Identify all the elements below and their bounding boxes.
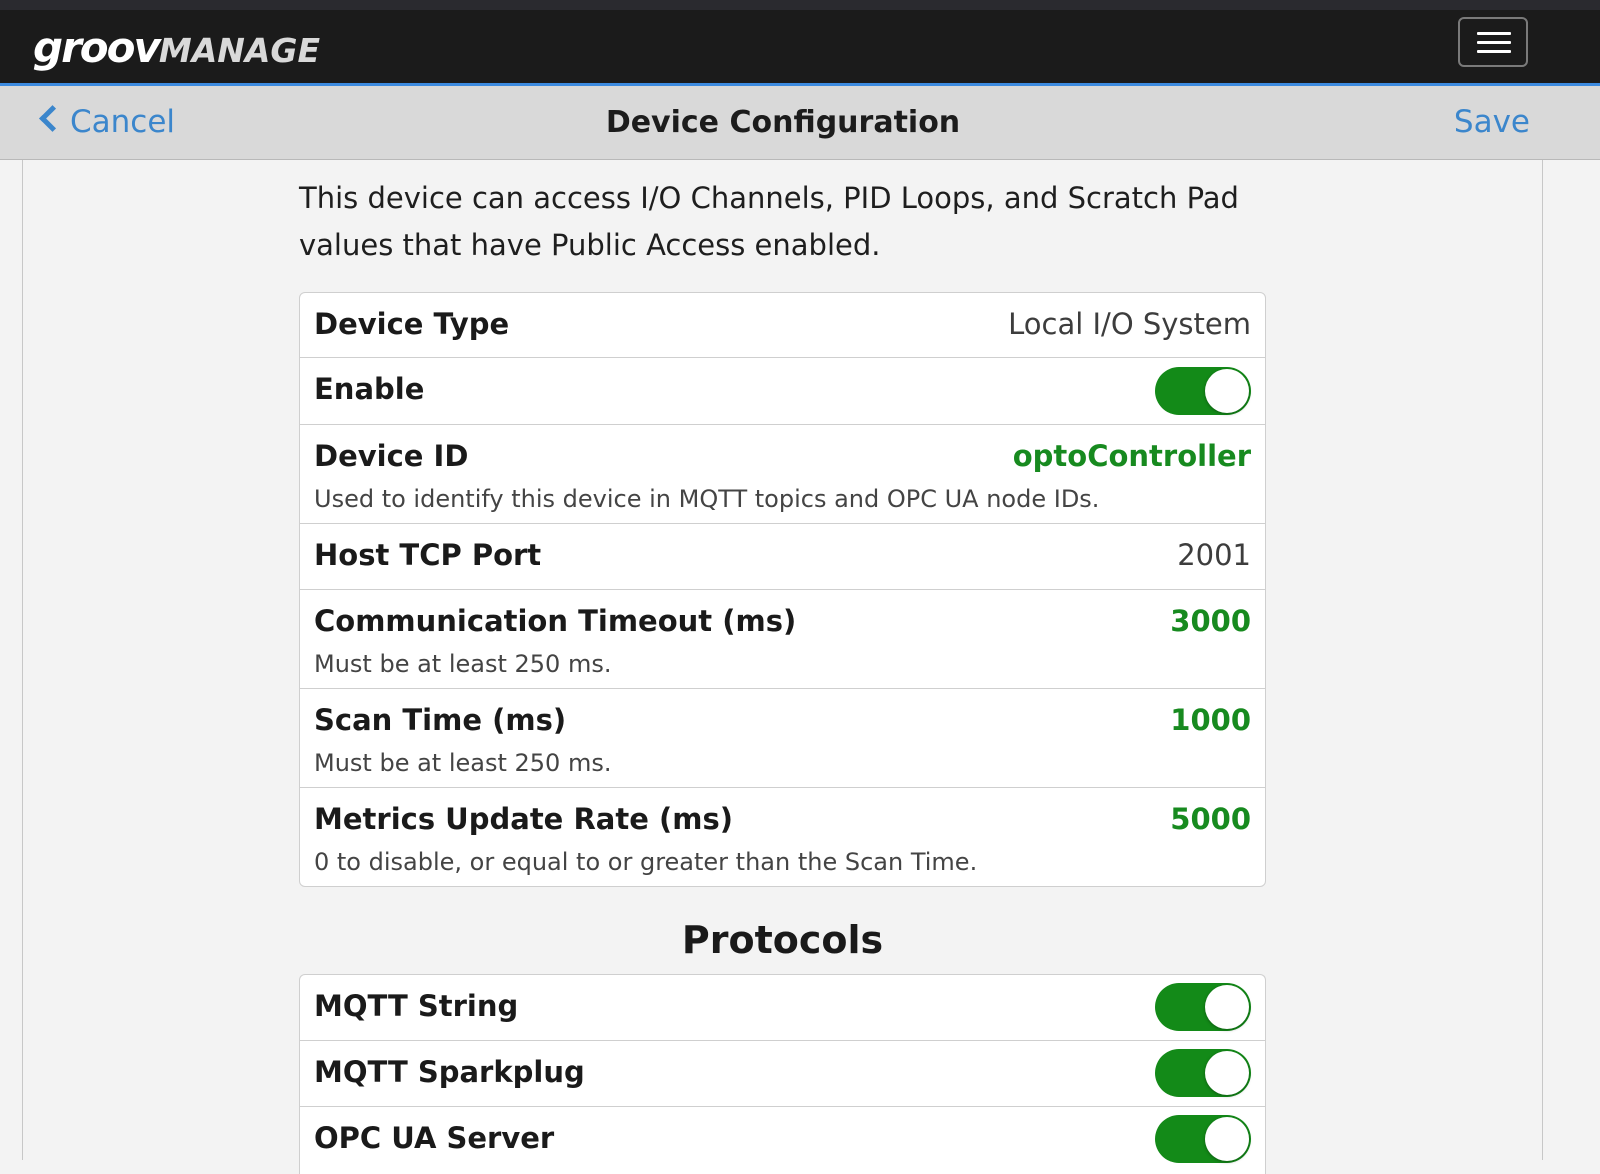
protocol-label: MQTT Sparkplug — [314, 1055, 585, 1089]
setting-label: Scan Time (ms) — [314, 703, 567, 737]
setting-hint: Must be at least 250 ms. — [314, 650, 612, 678]
mqtt-string-toggle[interactable] — [1155, 983, 1251, 1031]
hamburger-icon — [1477, 32, 1511, 35]
groov-manage-logo: groovMANAGE — [33, 23, 321, 72]
menu-button[interactable] — [1458, 17, 1528, 67]
setting-value: 5000 — [1170, 802, 1251, 836]
content-border-left — [22, 160, 23, 1160]
intro-text: This device can access I/O Channels, PID… — [299, 181, 1239, 262]
protocol-label: OPC UA Server — [314, 1121, 555, 1155]
protocol-row-mqtt-string: MQTT String — [300, 975, 1265, 1041]
opc-ua-server-toggle[interactable] — [1155, 1115, 1251, 1163]
protocol-label: MQTT String — [314, 989, 519, 1023]
protocol-row-mqtt-sparkplug: MQTT Sparkplug — [300, 1041, 1265, 1107]
save-button[interactable]: Save — [1440, 86, 1530, 159]
setting-hint: 0 to disable, or equal to or greater tha… — [314, 848, 978, 876]
toggle-knob — [1205, 369, 1249, 413]
setting-row-communication-timeout[interactable]: Communication Timeout (ms) 3000 Must be … — [300, 590, 1265, 689]
toggle-knob — [1205, 1051, 1249, 1095]
page-title: Device Configuration — [605, 105, 961, 140]
setting-row-device-type: Device Type Local I/O System — [300, 293, 1265, 358]
setting-label: Enable — [314, 372, 425, 406]
nav-bar: Cancel Device Configuration Save — [0, 86, 1600, 160]
setting-hint: Used to identify this device in MQTT top… — [314, 485, 1100, 513]
setting-label: Metrics Update Rate (ms) — [314, 802, 733, 836]
setting-value: 1000 — [1170, 703, 1251, 737]
protocols-heading: Protocols — [681, 918, 884, 962]
mqtt-sparkplug-toggle[interactable] — [1155, 1049, 1251, 1097]
setting-row-metrics-update-rate[interactable]: Metrics Update Rate (ms) 5000 0 to disab… — [300, 788, 1265, 886]
setting-label: Communication Timeout (ms) — [314, 604, 797, 638]
app-bar: groovMANAGE — [0, 10, 1600, 86]
setting-hint: Must be at least 250 ms. — [314, 749, 612, 777]
setting-row-device-id[interactable]: Device ID optoController Used to identif… — [300, 425, 1265, 524]
settings-card: Device Type Local I/O System Enable Devi… — [299, 292, 1266, 887]
setting-row-enable: Enable — [300, 358, 1265, 425]
protocols-card: MQTT String MQTT Sparkplug OPC UA Server — [299, 974, 1266, 1174]
setting-label: Host TCP Port — [314, 538, 542, 572]
setting-row-host-tcp-port: Host TCP Port 2001 — [300, 524, 1265, 590]
setting-label: Device ID — [314, 439, 469, 473]
setting-label: Device Type — [314, 307, 510, 341]
setting-value: 2001 — [1177, 538, 1251, 572]
hamburger-icon-bar — [1477, 41, 1511, 44]
setting-row-scan-time[interactable]: Scan Time (ms) 1000 Must be at least 250… — [300, 689, 1265, 788]
protocol-row-opc-ua-server: OPC UA Server — [300, 1107, 1265, 1173]
setting-value: optoController — [1012, 439, 1251, 473]
toggle-knob — [1205, 1117, 1249, 1161]
hamburger-icon-bar — [1477, 50, 1511, 53]
toggle-knob — [1205, 985, 1249, 1029]
window-top-edge — [0, 0, 1600, 10]
setting-value: Local I/O System — [1008, 307, 1251, 341]
setting-value: 3000 — [1170, 604, 1251, 638]
content-border-right — [1542, 160, 1543, 1160]
enable-toggle[interactable] — [1155, 367, 1251, 415]
